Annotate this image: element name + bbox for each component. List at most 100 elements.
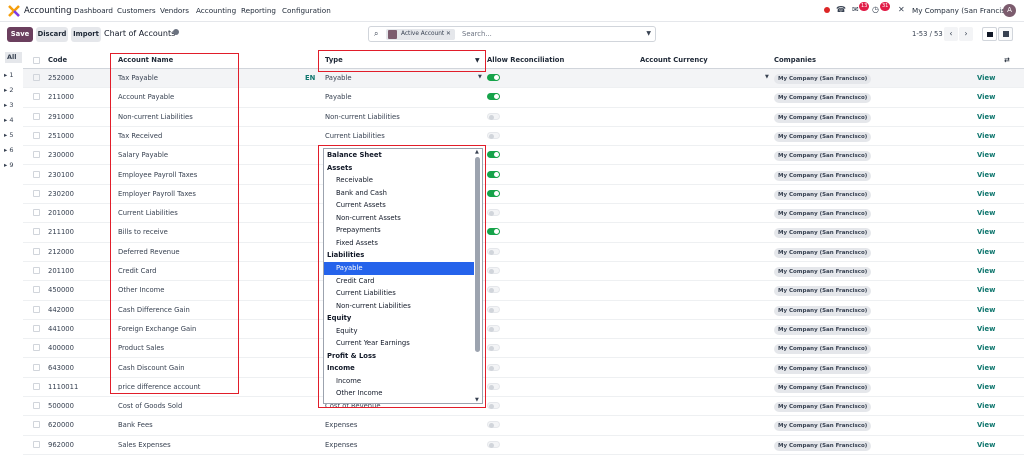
reconciliation-toggle[interactable] [487,402,500,410]
table-row[interactable]: 252000 Tax Payable EN Payable ▼ ▼ My Company (… [23,69,1024,89]
account-name[interactable]: Non-current Liabilities [118,113,193,121]
reconciliation-toggle[interactable] [487,131,500,139]
view-button[interactable]: View [977,364,995,372]
list-view-button[interactable] [982,27,997,41]
account-name[interactable]: Bank Fees [118,421,153,429]
search-bar[interactable]: ⌕ Active Account ✕ Search... ▼ [368,26,656,42]
currency-caret-icon[interactable]: ▼ [765,74,769,80]
column-account-name[interactable]: Account Name [118,56,173,64]
reconciliation-toggle[interactable] [487,344,500,352]
dropdown-option[interactable]: Fixed Assets [324,237,474,250]
row-checkbox[interactable] [33,131,40,139]
row-checkbox[interactable] [33,209,40,217]
optional-columns-icon[interactable]: ⇄ [1004,56,1010,64]
row-checkbox[interactable] [33,344,40,352]
account-name[interactable]: Employer Payroll Taxes [118,190,196,198]
row-checkbox[interactable] [33,305,40,313]
row-checkbox[interactable] [33,112,40,120]
menu-vendors[interactable]: Vendors [160,6,189,15]
language-tag[interactable]: EN [305,74,315,82]
dropdown-option[interactable]: Current Year Earnings [324,337,474,350]
account-type[interactable]: Expenses [325,421,357,429]
account-name[interactable]: Employee Payroll Taxes [118,171,197,179]
table-row[interactable]: 500000 Cost of Goods Sold Cost of Revenue M… [23,397,1024,417]
activity-icon[interactable]: ◷ [872,5,879,14]
row-checkbox[interactable] [33,151,40,159]
view-button[interactable]: View [977,267,995,275]
account-name[interactable]: Other Income [118,286,164,294]
reconciliation-toggle[interactable] [487,209,500,217]
column-allow-reconciliation[interactable]: Allow Reconciliation [487,56,564,64]
app-name[interactable]: Accounting [24,6,71,16]
account-name[interactable]: Cost of Goods Sold [118,402,182,410]
sidebar-item-1[interactable]: ▸ 1 [4,71,13,79]
account-type[interactable]: Expenses [325,441,357,449]
sidebar-item-9[interactable]: ▸ 9 [4,161,13,169]
view-button[interactable]: View [977,113,995,121]
sidebar-item-5[interactable]: ▸ 5 [4,131,13,139]
row-checkbox[interactable] [33,247,40,255]
table-row[interactable]: 230100 Employee Payroll Taxes My Company (… [23,166,1024,185]
gear-icon[interactable] [173,29,179,35]
menu-configuration[interactable]: Configuration [282,6,331,15]
account-type[interactable]: Current Liabilities [325,132,385,140]
dropdown-option[interactable]: Other Income [324,387,474,400]
view-button[interactable]: View [977,171,995,179]
row-checkbox[interactable] [33,189,40,197]
account-name[interactable]: Cash Discount Gain [118,364,185,372]
chat-icon[interactable]: ✉ [852,5,859,14]
view-button[interactable]: View [977,306,995,314]
scroll-up-icon[interactable]: ▲ [475,149,479,155]
row-checkbox[interactable] [33,363,40,371]
view-button[interactable]: View [977,190,995,198]
table-row[interactable]: 251000 Tax Received Current Liabilities My … [23,127,1024,147]
menu-customers[interactable]: Customers [117,6,156,15]
view-button[interactable]: View [977,228,995,236]
table-row[interactable]: 1110011 price difference account My Compan… [23,378,1024,398]
row-checkbox[interactable] [33,228,40,236]
table-row[interactable]: 441000 Foreign Exchange Gain My Company (S… [23,320,1024,340]
account-name[interactable]: Salary Payable [118,151,168,159]
dropdown-option[interactable]: Income [324,375,474,388]
table-row[interactable]: 620000 Bank Fees Expenses My Company (San F… [23,416,1024,436]
sidebar-item-4[interactable]: ▸ 4 [4,116,13,124]
account-name[interactable]: price difference account [118,383,200,391]
reconciliation-toggle[interactable] [487,112,500,120]
menu-reporting[interactable]: Reporting [241,6,276,15]
reconciliation-toggle[interactable] [487,74,500,81]
save-button[interactable]: Save [7,27,33,42]
view-button[interactable]: View [977,421,995,429]
search-options-icon[interactable]: ▼ [646,30,651,37]
reconciliation-toggle[interactable] [487,382,500,390]
table-row[interactable]: 962000 Sales Expenses Expenses My Company (… [23,436,1024,455]
account-name[interactable]: Product Sales [118,344,164,352]
reconciliation-toggle[interactable] [487,421,500,429]
dropdown-option[interactable]: Non-current Liabilities [324,300,474,313]
dropdown-option[interactable]: Payable [324,261,474,275]
account-name[interactable]: Tax Received [118,132,162,140]
table-row[interactable]: 212000 Deferred Revenue My Company (San Fr… [23,243,1024,262]
sidebar-item-2[interactable]: ▸ 2 [4,86,13,94]
row-checkbox[interactable] [33,324,40,332]
account-name[interactable]: Cash Difference Gain [118,306,190,314]
view-button[interactable]: View [977,209,995,217]
dropdown-option[interactable]: Bank and Cash [324,187,474,200]
reconciliation-toggle[interactable] [487,228,500,236]
scroll-down-icon[interactable]: ▼ [475,397,479,403]
tools-icon[interactable]: ✕ [898,5,905,14]
table-row[interactable]: 201100 Credit Card My Company (San Francis… [23,262,1024,282]
table-row[interactable]: 442000 Cash Difference Gain My Company (Sa… [23,301,1024,320]
table-row[interactable]: 201000 Current Liabilities My Company (San… [23,204,1024,224]
sidebar-item-6[interactable]: ▸ 6 [4,146,13,154]
account-name[interactable]: Account Payable [118,93,174,101]
view-button[interactable]: View [977,151,995,159]
row-checkbox[interactable] [33,402,40,410]
type-dropdown[interactable]: Balance Sheet Assets Receivable Bank and Ca… [323,148,483,404]
accounting-app-icon[interactable] [8,5,20,17]
sidebar-item-all[interactable]: All [5,52,22,63]
row-checkbox[interactable] [33,421,40,429]
dropdown-option[interactable]: Prepayments [324,224,474,237]
dropdown-option[interactable]: Receivable [324,174,474,187]
row-checkbox[interactable] [33,93,40,101]
view-button[interactable]: View [977,132,995,140]
